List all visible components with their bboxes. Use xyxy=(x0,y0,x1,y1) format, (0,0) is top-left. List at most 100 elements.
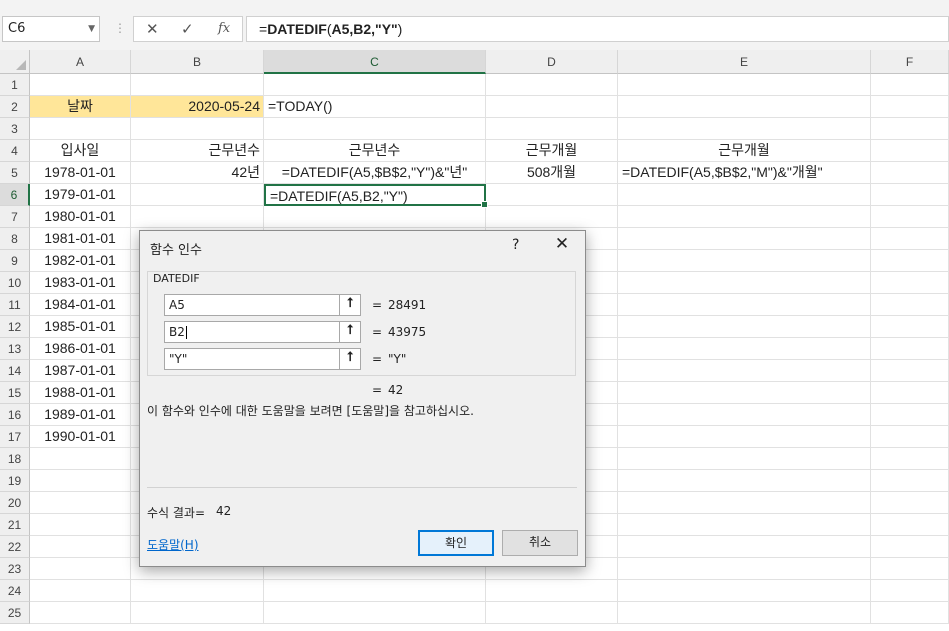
collapse-dialog-icon[interactable]: ⭡ xyxy=(339,321,361,343)
cell-f11[interactable] xyxy=(871,294,949,316)
cell-a12[interactable]: 1985-01-01 xyxy=(30,316,131,338)
cell-d7[interactable] xyxy=(486,206,618,228)
row-header-2[interactable]: 2 xyxy=(0,96,30,118)
cell-a9[interactable]: 1982-01-01 xyxy=(30,250,131,272)
cell-a5[interactable]: 1978-01-01 xyxy=(30,162,131,184)
cell-a7[interactable]: 1980-01-01 xyxy=(30,206,131,228)
select-all-corner[interactable] xyxy=(0,50,30,74)
cell-a19[interactable] xyxy=(30,470,131,492)
cell-e24[interactable] xyxy=(618,580,871,602)
cell-d2[interactable] xyxy=(486,96,618,118)
cell-b25[interactable] xyxy=(131,602,264,624)
cell-f12[interactable] xyxy=(871,316,949,338)
cell-e22[interactable] xyxy=(618,536,871,558)
cell-e13[interactable] xyxy=(618,338,871,360)
cell-f18[interactable] xyxy=(871,448,949,470)
collapse-dialog-icon[interactable]: ⭡ xyxy=(339,294,361,316)
cell-f15[interactable] xyxy=(871,382,949,404)
cell-e2[interactable] xyxy=(618,96,871,118)
cell-c7[interactable] xyxy=(264,206,486,228)
cell-d1[interactable] xyxy=(486,74,618,96)
cell-e12[interactable] xyxy=(618,316,871,338)
cell-e5[interactable]: =DATEDIF(A5,$B$2,"M")&"개월" xyxy=(618,162,871,184)
row-header-1[interactable]: 1 xyxy=(0,74,30,96)
cell-a17[interactable]: 1990-01-01 xyxy=(30,426,131,448)
cell-f20[interactable] xyxy=(871,492,949,514)
cell-e23[interactable] xyxy=(618,558,871,580)
cell-b3[interactable] xyxy=(131,118,264,140)
cell-e17[interactable] xyxy=(618,426,871,448)
cell-e18[interactable] xyxy=(618,448,871,470)
row-header-8[interactable]: 8 xyxy=(0,228,30,250)
row-header-18[interactable]: 18 xyxy=(0,448,30,470)
cell-f13[interactable] xyxy=(871,338,949,360)
row-header-12[interactable]: 12 xyxy=(0,316,30,338)
cell-c2[interactable]: =TODAY() xyxy=(264,96,486,118)
cell-e14[interactable] xyxy=(618,360,871,382)
column-header-e[interactable]: E xyxy=(618,50,871,74)
cell-a3[interactable] xyxy=(30,118,131,140)
cell-a20[interactable] xyxy=(30,492,131,514)
column-header-d[interactable]: D xyxy=(486,50,618,74)
row-header-22[interactable]: 22 xyxy=(0,536,30,558)
cell-d3[interactable] xyxy=(486,118,618,140)
cell-a6[interactable]: 1979-01-01 xyxy=(30,184,131,206)
cell-f21[interactable] xyxy=(871,514,949,536)
cell-e7[interactable] xyxy=(618,206,871,228)
cell-d25[interactable] xyxy=(486,602,618,624)
cell-a10[interactable]: 1983-01-01 xyxy=(30,272,131,294)
enter-icon[interactable]: ✓ xyxy=(181,20,194,38)
cell-e4[interactable]: 근무개월 xyxy=(618,140,871,162)
row-header-14[interactable]: 14 xyxy=(0,360,30,382)
cell-f25[interactable] xyxy=(871,602,949,624)
cell-f23[interactable] xyxy=(871,558,949,580)
cell-d4[interactable]: 근무개월 xyxy=(486,140,618,162)
row-header-19[interactable]: 19 xyxy=(0,470,30,492)
cell-f24[interactable] xyxy=(871,580,949,602)
formula-input[interactable]: =DATEDIF(A5,B2,"Y") xyxy=(246,16,949,42)
cell-e25[interactable] xyxy=(618,602,871,624)
cell-e6[interactable] xyxy=(618,184,871,206)
cell-a22[interactable] xyxy=(30,536,131,558)
cell-a24[interactable] xyxy=(30,580,131,602)
cell-a14[interactable]: 1987-01-01 xyxy=(30,360,131,382)
cell-f2[interactable] xyxy=(871,96,949,118)
cell-e19[interactable] xyxy=(618,470,871,492)
cell-f14[interactable] xyxy=(871,360,949,382)
cell-a25[interactable] xyxy=(30,602,131,624)
cell-e1[interactable] xyxy=(618,74,871,96)
cell-c3[interactable] xyxy=(264,118,486,140)
column-header-b[interactable]: B xyxy=(131,50,264,74)
cell-d24[interactable] xyxy=(486,580,618,602)
ok-button[interactable]: 확인 xyxy=(418,530,494,556)
cell-a18[interactable] xyxy=(30,448,131,470)
cell-f19[interactable] xyxy=(871,470,949,492)
row-header-25[interactable]: 25 xyxy=(0,602,30,624)
cell-f10[interactable] xyxy=(871,272,949,294)
cell-f3[interactable] xyxy=(871,118,949,140)
row-header-3[interactable]: 3 xyxy=(0,118,30,140)
row-header-6[interactable]: 6 xyxy=(0,184,30,206)
cell-d5[interactable]: 508개월 xyxy=(486,162,618,184)
column-header-c[interactable]: C xyxy=(264,50,486,74)
cell-e20[interactable] xyxy=(618,492,871,514)
argument-end-date-input[interactable]: B2 xyxy=(164,321,361,343)
row-header-20[interactable]: 20 xyxy=(0,492,30,514)
cell-a8[interactable]: 1981-01-01 xyxy=(30,228,131,250)
cell-f4[interactable] xyxy=(871,140,949,162)
column-header-f[interactable]: F xyxy=(871,50,949,74)
cell-e21[interactable] xyxy=(618,514,871,536)
help-icon[interactable]: ? xyxy=(512,237,519,253)
cell-e9[interactable] xyxy=(618,250,871,272)
cell-f8[interactable] xyxy=(871,228,949,250)
cell-b5[interactable]: 42년 xyxy=(131,162,264,184)
row-header-17[interactable]: 17 xyxy=(0,426,30,448)
cell-f5[interactable] xyxy=(871,162,949,184)
row-header-16[interactable]: 16 xyxy=(0,404,30,426)
cell-c4[interactable]: 근무년수 xyxy=(264,140,486,162)
cell-f7[interactable] xyxy=(871,206,949,228)
help-link[interactable]: 도움말(H) xyxy=(147,536,199,553)
cell-e8[interactable] xyxy=(618,228,871,250)
cell-a13[interactable]: 1986-01-01 xyxy=(30,338,131,360)
cell-c24[interactable] xyxy=(264,580,486,602)
